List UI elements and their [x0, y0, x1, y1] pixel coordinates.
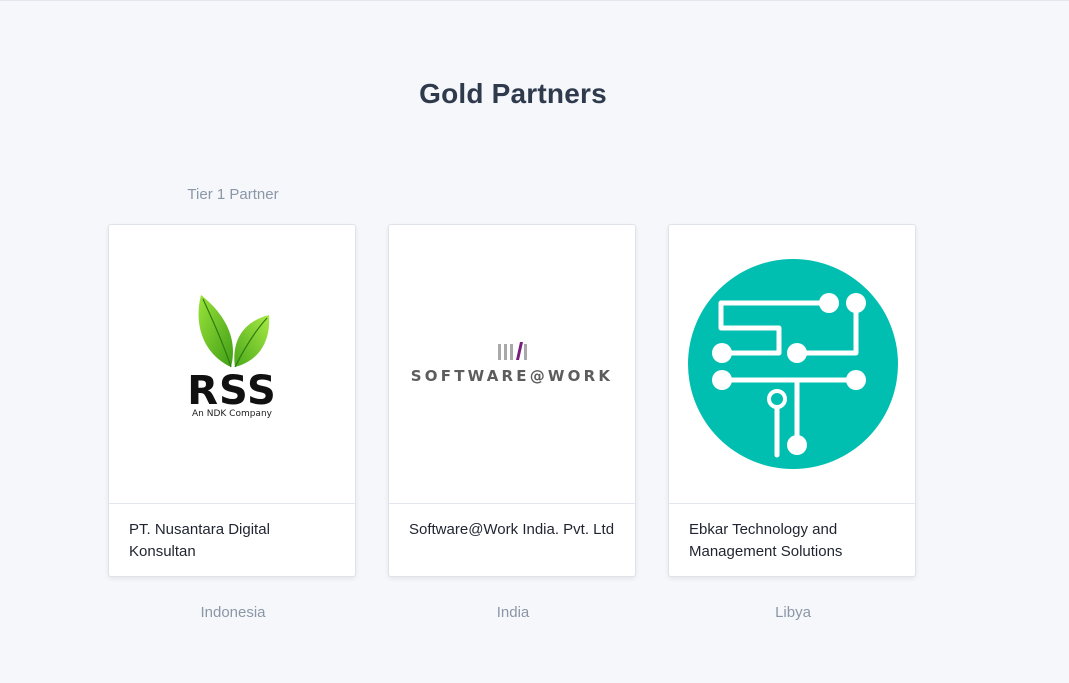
partner-card-software-at-work[interactable]: SOFTWARE@WORK Software@Work India. Pvt. … — [388, 224, 636, 577]
section-title: Gold Partners — [419, 78, 607, 109]
partner-card-ebkar[interactable]: Ebkar Technology and Management Solution… — [668, 224, 916, 577]
partner-name: Software@Work India. Pvt. Ltd — [409, 521, 615, 538]
partner-name: PT. Nusantara Digital Konsultan — [129, 521, 270, 560]
tier-label: Tier 1 Partner — [187, 186, 279, 203]
partner-country: Libya — [775, 604, 811, 621]
partner-logo-area: RSS An NDK Company — [109, 225, 355, 504]
top-divider — [0, 0, 1069, 1]
svg-text:RSS: RSS — [187, 368, 277, 414]
partner-logo-area — [669, 225, 915, 504]
partner-country: Indonesia — [200, 604, 266, 621]
partner-card-rss[interactable]: RSS An NDK Company PT. Nusantara Digital… — [108, 224, 356, 577]
partner-logo-area: SOFTWARE@WORK — [389, 225, 635, 504]
partner-country: India — [496, 604, 530, 621]
software-at-work-logo-icon — [498, 342, 527, 360]
ebkar-circuit-logo-icon — [688, 259, 898, 469]
software-at-work-wordmark: SOFTWARE@WORK — [410, 367, 614, 385]
partner-name: Ebkar Technology and Management Solution… — [689, 521, 843, 560]
rss-leaf-logo-icon: RSS An NDK Company — [187, 295, 277, 419]
svg-text:An NDK Company: An NDK Company — [192, 409, 273, 419]
